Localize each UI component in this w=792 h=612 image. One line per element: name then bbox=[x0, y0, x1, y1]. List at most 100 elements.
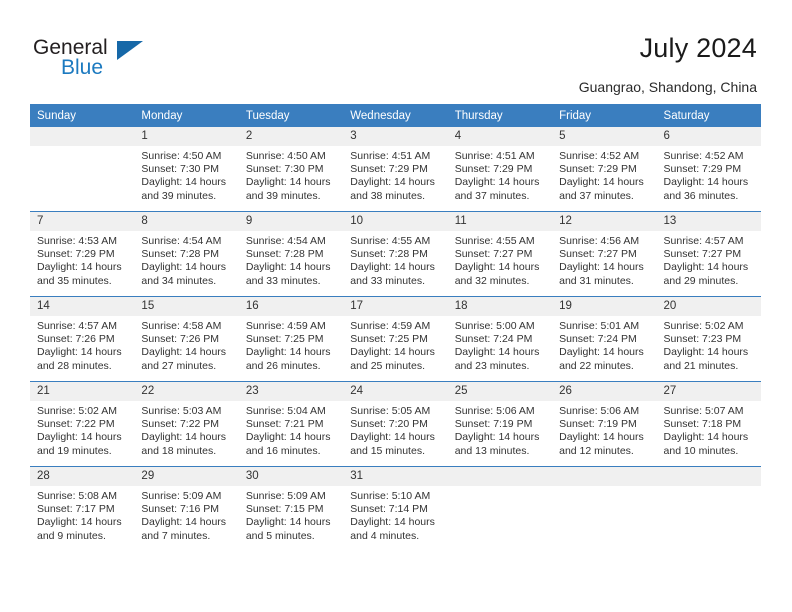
calendar-day-cell[interactable]: 9 Sunrise: 4:54 AM Sunset: 7:28 PM Daylight… bbox=[238, 211, 344, 297]
calendar-day-cell[interactable]: 10 Sunrise: 4:55 AM Sunset: 7:28 PM Dayligh… bbox=[343, 211, 448, 297]
weekday-header-saturday: Saturday bbox=[656, 104, 761, 127]
calendar-day-cell[interactable]: 30 Sunrise: 5:09 AM Sunset: 7:15 PM Dayligh… bbox=[238, 466, 344, 551]
calendar-day-cell[interactable]: 15 Sunrise: 4:58 AM Sunset: 7:26 PM Dayligh… bbox=[134, 296, 239, 382]
calendar-day-cell-empty bbox=[447, 466, 553, 551]
day-details: Sunrise: 4:53 AM Sunset: 7:29 PM Daylight:… bbox=[30, 231, 134, 288]
day-daylight-line1-text: Daylight: 14 hours bbox=[454, 431, 540, 444]
day-daylight-line2-text: and 13 minutes. bbox=[454, 444, 530, 457]
day-daylight-line1-text: Daylight: 14 hours bbox=[37, 516, 122, 529]
day-sunrise-text: Sunrise: 4:59 AM bbox=[245, 320, 326, 332]
day-sunrise-text: Sunrise: 5:10 AM bbox=[350, 490, 431, 502]
calendar-day-cell[interactable]: 29 Sunrise: 5:09 AM Sunset: 7:16 PM Dayligh… bbox=[134, 466, 239, 551]
calendar-day-cell[interactable]: 27 Sunrise: 5:07 AM Sunset: 7:18 PM Dayligh… bbox=[656, 381, 761, 467]
day-daylight-line1-text: Daylight: 14 hours bbox=[454, 261, 540, 274]
generalblue-logo[interactable]: General Blue bbox=[33, 36, 163, 82]
day-daylight-line2-text: and 4 minutes. bbox=[350, 529, 420, 542]
weekday-header-sunday: Sunday bbox=[30, 104, 135, 127]
calendar-day-cell[interactable]: 16 Sunrise: 4:59 AM Sunset: 7:25 PM Dayligh… bbox=[238, 296, 344, 382]
day-sunset-text: Sunset: 7:21 PM bbox=[245, 418, 324, 431]
day-daylight-line1-text: Daylight: 14 hours bbox=[245, 516, 331, 529]
day-number bbox=[447, 467, 553, 486]
day-sunset-text: Sunset: 7:25 PM bbox=[350, 333, 428, 346]
day-daylight-line1-text: Daylight: 14 hours bbox=[350, 431, 435, 444]
day-number: 25 bbox=[447, 382, 553, 401]
day-sunrise-text: Sunrise: 5:02 AM bbox=[663, 320, 744, 332]
day-sunrise-text: Sunrise: 4:55 AM bbox=[454, 235, 535, 247]
calendar-day-cell[interactable]: 21 Sunrise: 5:02 AM Sunset: 7:22 PM Dayligh… bbox=[30, 381, 135, 467]
calendar-day-cell[interactable]: 20 Sunrise: 5:02 AM Sunset: 7:23 PM Dayligh… bbox=[656, 296, 761, 382]
calendar-week-row: 7 Sunrise: 4:53 AM Sunset: 7:29 PM Daylight… bbox=[30, 211, 761, 297]
calendar-day-cell[interactable]: 3 Sunrise: 4:51 AM Sunset: 7:29 PM Daylight… bbox=[343, 127, 448, 212]
calendar-day-cell[interactable]: 23 Sunrise: 5:04 AM Sunset: 7:21 PM Dayligh… bbox=[238, 381, 344, 467]
day-sunset-text: Sunset: 7:22 PM bbox=[37, 418, 115, 431]
day-sunset-text: Sunset: 7:29 PM bbox=[350, 163, 428, 176]
day-sunrise-text: Sunrise: 4:58 AM bbox=[141, 320, 222, 332]
day-sunrise-text: Sunrise: 5:01 AM bbox=[559, 320, 640, 332]
day-daylight-line1-text: Daylight: 14 hours bbox=[350, 516, 435, 529]
day-sunrise-text: Sunrise: 4:52 AM bbox=[559, 150, 640, 162]
calendar-day-cell[interactable]: 24 Sunrise: 5:05 AM Sunset: 7:20 PM Dayligh… bbox=[343, 381, 448, 467]
calendar-day-cell[interactable]: 1 Sunrise: 4:50 AM Sunset: 7:30 PM Daylight… bbox=[134, 127, 239, 212]
day-daylight-line1-text: Daylight: 14 hours bbox=[663, 261, 749, 274]
calendar-day-cell[interactable]: 12 Sunrise: 4:56 AM Sunset: 7:27 PM Dayligh… bbox=[552, 211, 657, 297]
calendar-day-cell[interactable]: 6 Sunrise: 4:52 AM Sunset: 7:29 PM Daylight… bbox=[656, 127, 761, 212]
calendar-day-cell[interactable]: 4 Sunrise: 4:51 AM Sunset: 7:29 PM Daylight… bbox=[447, 127, 553, 212]
day-daylight-line2-text: and 10 minutes. bbox=[663, 444, 739, 457]
day-daylight-line1-text: Daylight: 14 hours bbox=[663, 176, 749, 189]
weekday-header-tuesday: Tuesday bbox=[238, 104, 344, 127]
day-sunrise-text: Sunrise: 5:09 AM bbox=[141, 490, 222, 502]
day-number: 27 bbox=[656, 382, 761, 401]
calendar-day-cell[interactable]: 8 Sunrise: 4:54 AM Sunset: 7:28 PM Daylight… bbox=[134, 211, 239, 297]
day-details: Sunrise: 4:54 AM Sunset: 7:28 PM Daylight:… bbox=[239, 231, 343, 288]
day-sunset-text: Sunset: 7:24 PM bbox=[559, 333, 637, 346]
calendar-day-cell[interactable]: 19 Sunrise: 5:01 AM Sunset: 7:24 PM Dayligh… bbox=[552, 296, 657, 382]
day-sunset-text: Sunset: 7:30 PM bbox=[141, 163, 220, 176]
day-daylight-line2-text: and 22 minutes. bbox=[559, 359, 634, 372]
calendar-day-cell[interactable]: 26 Sunrise: 5:06 AM Sunset: 7:19 PM Dayligh… bbox=[552, 381, 657, 467]
day-number: 26 bbox=[552, 382, 657, 401]
calendar-day-cell[interactable]: 13 Sunrise: 4:57 AM Sunset: 7:27 PM Dayligh… bbox=[656, 211, 761, 297]
day-details: Sunrise: 5:04 AM Sunset: 7:21 PM Daylight:… bbox=[239, 401, 343, 458]
day-number: 9 bbox=[238, 212, 344, 231]
calendar-day-cell[interactable]: 25 Sunrise: 5:06 AM Sunset: 7:19 PM Dayligh… bbox=[447, 381, 553, 467]
day-details: Sunrise: 4:57 AM Sunset: 7:27 PM Daylight:… bbox=[657, 231, 761, 288]
day-number: 20 bbox=[656, 297, 761, 316]
day-details: Sunrise: 4:55 AM Sunset: 7:28 PM Daylight:… bbox=[343, 231, 447, 288]
day-details: Sunrise: 4:59 AM Sunset: 7:25 PM Daylight:… bbox=[239, 316, 343, 373]
calendar-day-cell[interactable]: 11 Sunrise: 4:55 AM Sunset: 7:27 PM Dayligh… bbox=[447, 211, 553, 297]
day-sunset-text: Sunset: 7:28 PM bbox=[350, 248, 428, 261]
day-sunrise-text: Sunrise: 5:05 AM bbox=[350, 405, 431, 417]
calendar-day-cell[interactable]: 5 Sunrise: 4:52 AM Sunset: 7:29 PM Daylight… bbox=[552, 127, 657, 212]
calendar-day-cell[interactable]: 22 Sunrise: 5:03 AM Sunset: 7:22 PM Dayligh… bbox=[134, 381, 239, 467]
day-sunset-text: Sunset: 7:14 PM bbox=[350, 503, 428, 516]
day-daylight-line2-text: and 5 minutes. bbox=[245, 529, 315, 542]
day-sunrise-text: Sunrise: 4:51 AM bbox=[454, 150, 535, 162]
page-header: General Blue July 2024 Guangrao, Shandon… bbox=[0, 0, 792, 100]
calendar-day-cell[interactable]: 7 Sunrise: 4:53 AM Sunset: 7:29 PM Daylight… bbox=[30, 211, 135, 297]
day-daylight-line1-text: Daylight: 14 hours bbox=[37, 346, 122, 359]
day-daylight-line1-text: Daylight: 14 hours bbox=[350, 261, 435, 274]
day-number: 1 bbox=[134, 127, 239, 146]
calendar-day-cell[interactable]: 18 Sunrise: 5:00 AM Sunset: 7:24 PM Dayligh… bbox=[447, 296, 553, 382]
calendar-day-cell[interactable]: 28 Sunrise: 5:08 AM Sunset: 7:17 PM Dayligh… bbox=[30, 466, 135, 551]
day-sunrise-text: Sunrise: 4:57 AM bbox=[663, 235, 744, 247]
day-daylight-line2-text: and 37 minutes. bbox=[454, 189, 530, 202]
day-sunset-text: Sunset: 7:23 PM bbox=[663, 333, 742, 346]
calendar-day-cell[interactable]: 17 Sunrise: 4:59 AM Sunset: 7:25 PM Dayligh… bbox=[343, 296, 448, 382]
day-daylight-line1-text: Daylight: 14 hours bbox=[663, 431, 749, 444]
calendar-day-cell[interactable]: 14 Sunrise: 4:57 AM Sunset: 7:26 PM Dayligh… bbox=[30, 296, 135, 382]
day-daylight-line1-text: Daylight: 14 hours bbox=[454, 346, 540, 359]
day-sunset-text: Sunset: 7:28 PM bbox=[245, 248, 324, 261]
day-details: Sunrise: 5:07 AM Sunset: 7:18 PM Daylight:… bbox=[657, 401, 761, 458]
calendar-day-cell[interactable]: 31 Sunrise: 5:10 AM Sunset: 7:14 PM Dayligh… bbox=[343, 466, 448, 551]
calendar-day-cell[interactable]: 2 Sunrise: 4:50 AM Sunset: 7:30 PM Daylight… bbox=[238, 127, 344, 212]
weekday-header-friday: Friday bbox=[552, 104, 657, 127]
day-sunset-text: Sunset: 7:20 PM bbox=[350, 418, 428, 431]
day-sunset-text: Sunset: 7:26 PM bbox=[141, 333, 220, 346]
day-details: Sunrise: 4:51 AM Sunset: 7:29 PM Daylight:… bbox=[448, 146, 552, 203]
day-daylight-line2-text: and 12 minutes. bbox=[559, 444, 634, 457]
calendar-day-cell-empty bbox=[656, 466, 761, 551]
day-sunrise-text: Sunrise: 4:53 AM bbox=[37, 235, 117, 247]
day-sunset-text: Sunset: 7:15 PM bbox=[245, 503, 324, 516]
day-sunrise-text: Sunrise: 4:59 AM bbox=[350, 320, 431, 332]
